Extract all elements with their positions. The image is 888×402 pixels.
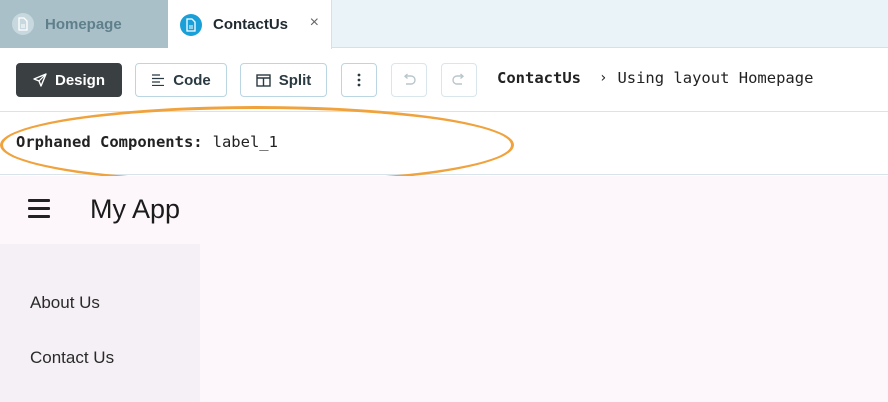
nav-item-about-us[interactable]: About Us bbox=[30, 293, 100, 313]
toolbar: Design Code Split ContactUs › Using layo… bbox=[0, 49, 888, 112]
split-button[interactable]: Split bbox=[240, 63, 327, 97]
tab-bar: Homepage ContactUs × bbox=[0, 0, 888, 49]
layout-text: Using layout Homepage bbox=[617, 69, 814, 87]
file-icon bbox=[180, 13, 202, 36]
split-view-icon bbox=[256, 73, 271, 87]
orphaned-components-row: Orphaned Components: label_1 bbox=[0, 113, 888, 175]
redo-icon bbox=[452, 73, 465, 85]
send-icon bbox=[33, 73, 47, 87]
tab-contactus[interactable]: ContactUs × bbox=[168, 0, 332, 49]
align-left-icon bbox=[152, 74, 165, 86]
app-preview: My App About Us Contact Us bbox=[0, 176, 888, 402]
tab-label: ContactUs bbox=[213, 16, 289, 33]
app-title: My App bbox=[90, 194, 181, 224]
nav-drawer: About Us Contact Us bbox=[0, 244, 200, 402]
split-label: Split bbox=[278, 71, 312, 89]
undo-icon bbox=[403, 73, 416, 85]
code-label: Code bbox=[173, 71, 211, 89]
orphaned-value[interactable]: label_1 bbox=[213, 133, 278, 151]
tab-homepage[interactable]: Homepage bbox=[0, 0, 168, 48]
undo-button[interactable] bbox=[391, 63, 427, 97]
file-icon bbox=[12, 13, 34, 35]
design-button[interactable]: Design bbox=[16, 63, 122, 97]
code-button[interactable]: Code bbox=[135, 63, 227, 97]
more-vertical-icon bbox=[357, 73, 361, 87]
chevron-right-icon: › bbox=[599, 70, 608, 86]
nav-item-contact-us[interactable]: Contact Us bbox=[30, 348, 114, 368]
hamburger-menu-icon[interactable] bbox=[28, 199, 50, 219]
breadcrumb: ContactUs › Using layout Homepage bbox=[497, 69, 813, 87]
more-options-button[interactable] bbox=[341, 63, 377, 97]
orphaned-label: Orphaned Components: bbox=[16, 133, 203, 151]
close-icon[interactable]: × bbox=[310, 14, 319, 32]
redo-button[interactable] bbox=[441, 63, 477, 97]
design-label: Design bbox=[54, 71, 105, 89]
app-header: My App bbox=[0, 176, 888, 244]
orphaned-components: Orphaned Components: label_1 bbox=[16, 133, 278, 151]
tab-label: Homepage bbox=[45, 15, 122, 33]
breadcrumb-current: ContactUs bbox=[497, 69, 581, 87]
